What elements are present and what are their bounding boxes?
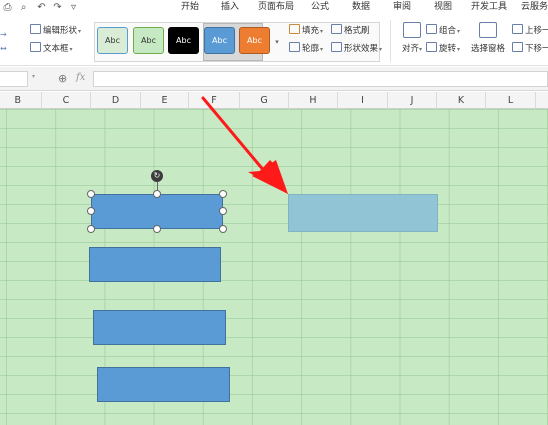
text-box-icon [30, 42, 41, 52]
column-header-f[interactable]: F [189, 92, 240, 109]
resize-handle[interactable] [87, 225, 95, 233]
send-backward-icon [512, 42, 523, 52]
column-header-j[interactable]: J [388, 92, 437, 109]
style-swatch[interactable]: Abc [97, 27, 128, 54]
align-icon [403, 22, 421, 38]
tab-insert[interactable]: 插入 [221, 2, 239, 13]
style-swatch[interactable]: Abc [168, 27, 199, 54]
column-header-l[interactable]: L [486, 92, 536, 109]
column-header-e[interactable]: E [141, 92, 189, 109]
resize-handle[interactable] [219, 225, 227, 233]
format-painter-label: 格式刷 [344, 26, 370, 36]
selection-pane-icon [479, 22, 497, 38]
group-label: 组合 [439, 26, 457, 36]
format-painter-icon [331, 24, 342, 34]
shape-rectangle[interactable] [97, 367, 230, 402]
tab-home[interactable]: 开始 [181, 2, 199, 13]
outline-label: 轮廓 [302, 44, 320, 54]
resize-handle[interactable] [219, 190, 227, 198]
redo-icon[interactable]: ↷ [52, 2, 63, 13]
ribbon-edge-arrow-icon[interactable]: → [0, 30, 7, 39]
print-preview-icon[interactable]: ⌕ [18, 2, 29, 13]
column-header-k[interactable]: K [437, 92, 486, 109]
column-header-h[interactable]: H [289, 92, 338, 109]
target-highlight-box [288, 194, 438, 232]
selection-pane-label: 选择窗格 [470, 44, 505, 54]
ribbon-divider [390, 20, 391, 62]
tab-view[interactable]: 视图 [434, 2, 452, 13]
column-headers: B C D E F G H I J K L [0, 92, 548, 109]
more-icon[interactable]: ▿ [68, 2, 79, 13]
resize-handle[interactable] [219, 207, 227, 215]
ribbon-edge-arrow-icon-2[interactable]: ↔ [0, 44, 7, 53]
tab-review[interactable]: 审阅 [393, 2, 411, 13]
rotate-handle-icon[interactable]: ↻ [151, 170, 163, 182]
menu-bar: ⎙ ⌕ ↶ ↷ ▿ 开始 插入 页面布局 公式 数据 审阅 视图 开发工具 云服… [0, 0, 548, 16]
fill-label: 填充 [302, 26, 320, 36]
style-swatch[interactable]: Abc [239, 27, 270, 54]
bring-forward-icon [512, 24, 523, 34]
shape-rectangle[interactable] [93, 310, 226, 345]
format-painter-button[interactable]: 格式刷 [331, 24, 370, 37]
tab-developer[interactable]: 开发工具 [471, 2, 507, 13]
print-icon[interactable]: ⎙ [2, 2, 13, 13]
tab-cloud[interactable]: 云服务 [521, 2, 548, 13]
gallery-more-icon[interactable]: ▾ [271, 25, 283, 59]
name-box-dropdown-icon[interactable]: ▾ [32, 73, 35, 80]
zoom-icon[interactable]: ⊕ [58, 72, 67, 85]
resize-handle[interactable] [87, 207, 95, 215]
shape-effects-icon [331, 42, 342, 52]
name-box[interactable] [0, 71, 28, 87]
bring-forward-label: 上移一 [525, 26, 548, 36]
send-backward-button[interactable]: 下移一 [512, 42, 548, 55]
style-swatch[interactable]: Abc [133, 27, 164, 54]
resize-handle[interactable] [153, 190, 161, 198]
fill-button[interactable]: 填充▾ [289, 24, 323, 37]
shape-effects-button[interactable]: 形状效果▾ [331, 42, 382, 55]
shape-effects-label: 形状效果 [344, 44, 379, 54]
ribbon: → ↔ 编辑形状▾ 文本框▾ Abc Abc Abc Abc Abc ▾ 填充▾… [0, 16, 548, 66]
selection-pane-button[interactable]: 选择窗格 [468, 22, 508, 54]
outline-button[interactable]: 轮廓▾ [289, 42, 323, 55]
column-header-d[interactable]: D [91, 92, 141, 109]
resize-handle[interactable] [87, 190, 95, 198]
outline-icon [289, 42, 300, 52]
resize-handle[interactable] [153, 225, 161, 233]
edit-shape-button[interactable]: 编辑形状▾ [30, 24, 81, 37]
tab-page-layout[interactable]: 页面布局 [258, 2, 294, 13]
rotate-button[interactable]: 旋转▾ [426, 42, 460, 55]
style-swatch-selected[interactable]: Abc [204, 27, 235, 54]
send-backward-label: 下移一 [525, 44, 548, 54]
undo-icon[interactable]: ↶ [36, 2, 47, 13]
shape-rectangle[interactable] [89, 247, 221, 282]
column-header-c[interactable]: C [42, 92, 91, 109]
edit-shape-label: 编辑形状 [43, 26, 78, 36]
formula-bar: ▾ ⊕ fx [0, 67, 548, 91]
shape-rectangle-selected[interactable] [91, 194, 223, 229]
cell-grid[interactable] [0, 109, 548, 425]
bring-forward-button[interactable]: 上移一 [512, 24, 548, 37]
column-header-b[interactable]: B [0, 92, 42, 109]
tab-formulas[interactable]: 公式 [311, 2, 329, 13]
tab-data[interactable]: 数据 [352, 2, 370, 13]
group-button[interactable]: 组合▾ [426, 24, 460, 37]
column-header-g[interactable]: G [240, 92, 289, 109]
column-header-i[interactable]: I [338, 92, 388, 109]
rotate-label: 旋转 [439, 44, 457, 54]
group-icon [426, 24, 437, 34]
formula-input[interactable] [93, 71, 548, 87]
align-label: 对齐 [401, 44, 419, 54]
rotate-icon [426, 42, 437, 52]
edit-shape-icon [30, 24, 41, 34]
text-box-button[interactable]: 文本框▾ [30, 42, 73, 55]
fx-icon[interactable]: fx [76, 72, 85, 83]
text-box-label: 文本框 [43, 44, 69, 54]
fill-icon [289, 24, 300, 34]
